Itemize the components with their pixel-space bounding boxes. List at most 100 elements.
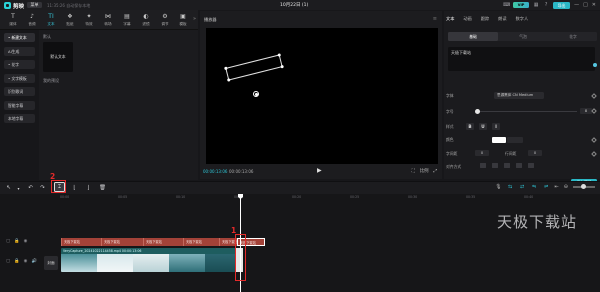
italic-button[interactable]: I [492,123,500,130]
layout-icon[interactable]: ▦ [533,2,539,8]
zoom-slider[interactable] [573,184,595,190]
tab-text[interactable]: 文本 [446,16,454,22]
preview-axis-icon[interactable]: ⇌ [543,184,550,190]
nav-auto-captions[interactable]: 智能字幕 [4,100,35,110]
link-main-track-icon[interactable]: ⇆ [507,184,514,190]
nav-text-template[interactable]: • 文字模板 [4,73,35,83]
undo-icon[interactable]: ↶ [27,185,34,192]
align-icon[interactable]: ⇤ [555,184,559,190]
subtab-bubble[interactable]: 气泡 [498,32,548,41]
menu-button[interactable]: 菜单 [27,2,42,8]
tab-animation[interactable]: 动画 [463,16,471,22]
tool-audio[interactable]: ♪ 音频 [22,13,42,27]
linkage-icon[interactable]: ⇋ [531,184,538,190]
preview-canvas[interactable] [206,28,438,164]
tool-media[interactable]: T 媒体 [3,13,23,27]
text-clip[interactable]: 天极下载站 [101,238,143,246]
text-clip[interactable]: 天极下载站 [183,238,219,246]
resize-handle[interactable] [226,78,231,82]
track-lock-icon[interactable]: 🔒 [14,259,19,264]
ratio-button[interactable]: 比例 [420,168,429,174]
nav-new-text[interactable]: • 新建文本 [4,33,35,42]
track-visible-icon[interactable]: ◉ [24,239,28,244]
time-ruler[interactable]: 00:00 00:05 00:10 00:15 00:20 00:25 00:3… [60,194,600,202]
split-left-icon[interactable]: ⌊ [71,185,78,192]
tool-caption[interactable]: ▤ 字幕 [117,13,137,27]
nav-local-captions[interactable]: 本地字幕 [4,114,35,123]
size-slider-knob[interactable] [475,108,480,114]
font-select[interactable]: 思源黑体 CN Medium [494,92,544,99]
split-right-icon[interactable]: ⌋ [85,185,92,192]
track-lock-icon[interactable]: 🔒 [14,239,19,244]
nav-ai-generate[interactable]: AI生成 [4,46,35,56]
tool-filter[interactable]: ◐ 滤镜 [136,13,156,27]
tool-transition[interactable]: ⋈ 转场 [98,13,118,27]
tool-effects[interactable]: ✦ 特效 [79,13,99,27]
help-icon[interactable]: ? [543,2,549,8]
nav-lyrics-recognition[interactable]: 识别歌词 [4,87,35,96]
tab-read-aloud[interactable]: 朗读 [498,16,506,22]
bold-button[interactable]: B [466,123,474,130]
maximize-icon[interactable]: □ [583,2,588,8]
text-bounding-box[interactable] [224,53,284,82]
rotate-handle[interactable] [253,91,259,97]
transition-icon: ⋈ [105,13,111,20]
align-center-icon[interactable] [492,163,498,168]
keyframe-icon[interactable] [591,137,597,143]
underline-button[interactable]: U [479,123,487,130]
keyframe-icon[interactable] [591,108,597,114]
fullscreen-icon[interactable]: ⤢ [433,168,437,174]
char-spacing-input[interactable]: 0 [475,150,489,156]
crop-icon[interactable]: ⛶ [412,168,415,174]
line-spacing-input[interactable]: 0 [528,150,542,156]
track-lock-icon[interactable]: ▢ [6,239,10,244]
keyframe-icon[interactable] [591,151,597,157]
magnet-icon[interactable]: ⇄ [519,184,526,190]
text-clip[interactable]: 天极下载站 [61,238,101,246]
player-menu-icon[interactable]: ≡ [433,16,437,22]
vip-badge[interactable]: VIP [513,2,530,8]
tool-text[interactable]: TI 文本 [41,13,61,27]
size-slider-track[interactable] [477,110,577,112]
mic-icon[interactable]: 🎙 [495,184,501,190]
shortcut-icon[interactable]: ⌨ [503,2,510,8]
tab-tracking[interactable]: 跟踪 [481,16,489,22]
zoom-knob[interactable] [581,184,586,190]
default-text-card[interactable]: 默认文本 [43,42,73,72]
tab-digital-human[interactable]: 数字人 [516,16,529,22]
play-icon[interactable]: ▶ [317,167,322,174]
track-lock-icon[interactable]: ▢ [6,259,10,264]
delete-icon[interactable]: 🗑 [99,185,106,192]
tool-sticker[interactable]: ❖ 贴纸 [60,13,80,27]
align-vertical-icon[interactable] [528,163,534,168]
keyframe-icon[interactable] [591,93,597,99]
tool-adjust[interactable]: ⚙ 调节 [155,13,175,27]
zoom-out-icon[interactable]: ⊖ [564,184,568,190]
align-justify-icon[interactable] [516,163,522,168]
resize-handle[interactable] [280,64,284,69]
color-dropdown[interactable] [507,136,523,143]
video-clip[interactable]: VeryCapture_20241022114458.mp4 00:00:13:… [61,248,240,272]
select-tool-icon[interactable]: ↖ [5,185,12,192]
export-button[interactable]: 导出 [553,1,571,9]
subtab-fancy[interactable]: 花字 [548,32,598,41]
resize-handle[interactable] [277,53,282,57]
redo-icon[interactable]: ↷ [39,185,46,192]
select-dropdown-icon[interactable]: ▾ [15,185,22,192]
color-swatch[interactable] [492,136,506,143]
text-clip[interactable]: 天极下载站 [143,238,183,246]
align-left-icon[interactable] [480,163,486,168]
nav-fancy-text[interactable]: • 花字 [4,60,35,69]
subtab-basic[interactable]: 基础 [448,32,498,41]
resize-handle[interactable] [224,66,228,71]
collapse-panel-icon[interactable]: » [193,16,196,22]
text-content-input[interactable]: 天极下载站 [448,47,595,71]
ai-text-icon[interactable] [593,63,597,67]
align-right-icon[interactable] [504,163,510,168]
track-visible-icon[interactable]: ◉ [24,259,28,264]
minimize-icon[interactable]: — [574,2,579,8]
close-icon[interactable]: ✕ [592,2,596,8]
cover-button[interactable]: 封面 [44,256,58,270]
track-mute-icon[interactable]: 🔊 [31,259,36,264]
tool-template[interactable]: ▣ 模板 [173,13,193,27]
